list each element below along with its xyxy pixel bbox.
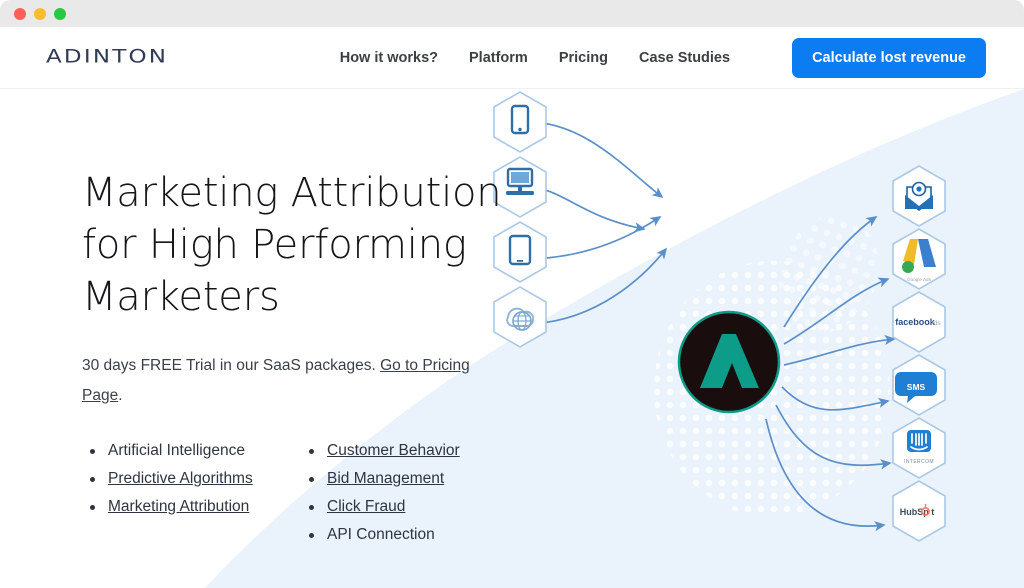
feature-link-predictive-algorithms[interactable]: Predictive Algorithms (108, 470, 253, 487)
list-item: Marketing Attribution (82, 493, 301, 521)
feature-link-marketing-attribution[interactable]: Marketing Attribution (108, 498, 249, 515)
hero-title-line-1: Marketing Attribution (82, 170, 502, 216)
nav-platform[interactable]: Platform (469, 50, 528, 66)
list-item: Predictive Algorithms (82, 465, 301, 493)
browser-window: ADINTON How it works? Platform Pricing C… (0, 0, 1024, 588)
logo-wordmark: ADINTON (46, 45, 169, 68)
google-ads-label: Google Ads (907, 277, 931, 282)
list-item: Click Fraud (301, 493, 520, 521)
list-item: Artificial Intelligence (82, 437, 301, 465)
feature-link-click-fraud[interactable]: Click Fraud (327, 498, 405, 515)
feature-label: Artificial Intelligence (108, 442, 245, 459)
feature-list-right: Customer Behavior Bid Management Click F… (301, 437, 520, 549)
hubspot-icon: HubSp t (892, 480, 946, 542)
feature-link-customer-behavior[interactable]: Customer Behavior (327, 442, 460, 459)
nav-case-studies[interactable]: Case Studies (639, 50, 730, 66)
calculate-lost-revenue-button[interactable]: Calculate lost revenue (792, 37, 986, 78)
nav-pricing[interactable]: Pricing (559, 50, 608, 66)
intercom-icon: INTERCOM (892, 417, 946, 479)
hero-section: Google Ads facebook Ads SMS INTERCOM Hub… (0, 89, 1024, 588)
window-titlebar (0, 0, 1024, 27)
site-logo[interactable]: ADINTON (46, 45, 168, 71)
facebook-ads-icon: facebook Ads (892, 291, 946, 353)
incoming-arrows (523, 121, 668, 325)
webpage: ADINTON How it works? Platform Pricing C… (0, 27, 1024, 588)
list-item: API Connection (301, 521, 520, 549)
nav-how-it-works[interactable]: How it works? (340, 50, 438, 66)
hero-title-line-2: for High Performing (82, 222, 467, 268)
maximize-window-button[interactable] (54, 7, 66, 20)
list-item: Customer Behavior (301, 437, 520, 465)
hero-content: Marketing Attribution for High Performin… (0, 89, 520, 549)
page-title: Marketing Attribution for High Performin… (82, 167, 520, 323)
feature-list-left: Artificial Intelligence Predictive Algor… (82, 437, 301, 549)
sms-icon: SMS (892, 354, 946, 416)
hero-subtitle-text: 30 days FREE Trial in our SaaS packages. (82, 357, 381, 374)
hero-subtitle-period: . (118, 387, 123, 404)
feature-link-bid-management[interactable]: Bid Management (327, 470, 444, 487)
list-item: Bid Management (301, 465, 520, 493)
google-ads-icon: Google Ads (892, 228, 946, 290)
site-header: ADINTON How it works? Platform Pricing C… (0, 27, 1024, 89)
sms-label: SMS (907, 382, 926, 392)
feature-label: API Connection (327, 526, 435, 543)
main-navigation: How it works? Platform Pricing Case Stud… (340, 37, 986, 78)
adinton-hub-logo (677, 310, 781, 414)
hero-title-line-3: Marketers (82, 274, 280, 320)
feature-lists: Artificial Intelligence Predictive Algor… (82, 437, 520, 549)
attribution-diagram: Google Ads facebook Ads SMS INTERCOM Hub… (493, 91, 946, 542)
intercom-label: INTERCOM (904, 459, 934, 465)
email-icon (892, 165, 946, 227)
hero-subtitle: 30 days FREE Trial in our SaaS packages.… (82, 351, 482, 411)
facebook-ads-label: Ads (929, 320, 941, 327)
close-window-button[interactable] (14, 7, 26, 20)
minimize-window-button[interactable] (34, 7, 46, 20)
